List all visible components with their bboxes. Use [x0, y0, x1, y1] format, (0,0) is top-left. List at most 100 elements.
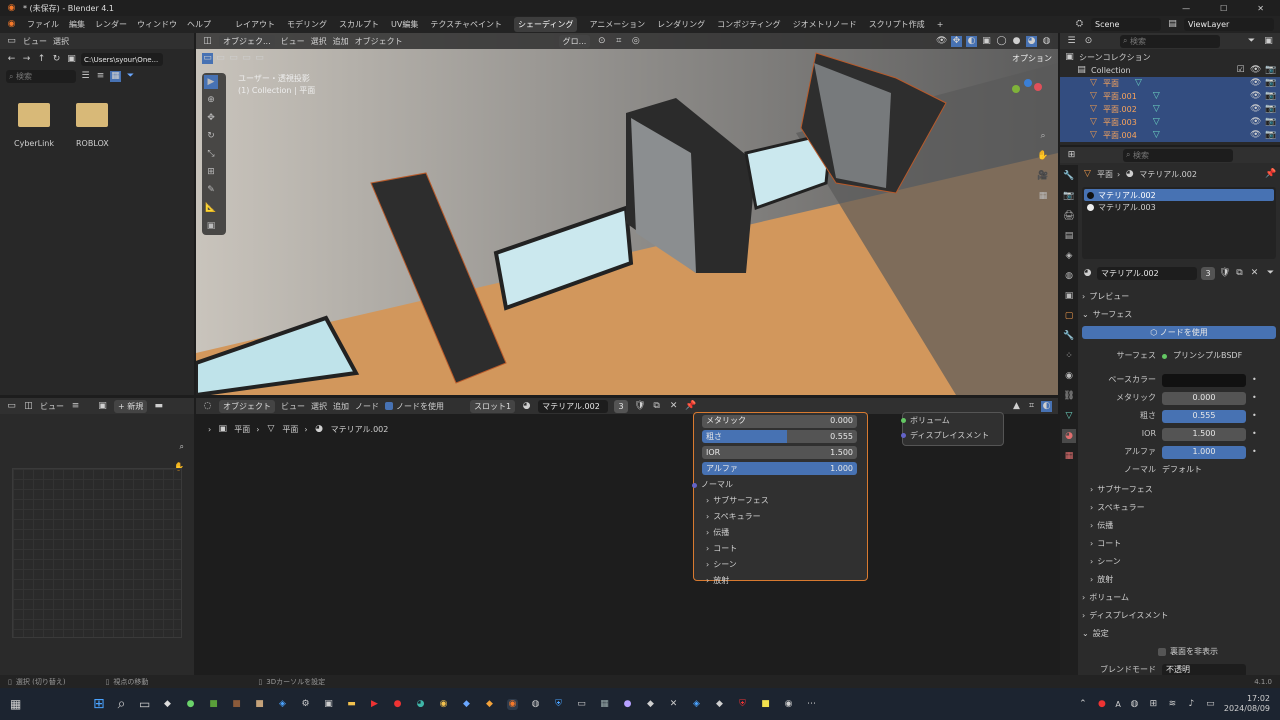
- node-add-menu[interactable]: 追加: [333, 401, 349, 412]
- app-icon[interactable]: ●: [392, 699, 403, 710]
- task-view-icon[interactable]: ▭: [139, 698, 150, 710]
- transform-orientation-dropdown[interactable]: グロ...: [558, 34, 591, 48]
- settings-icon[interactable]: ⚙: [300, 699, 311, 710]
- outliner-object-row[interactable]: ▽ 平面.003 ▽ 👁 📷: [1064, 116, 1276, 129]
- select-invert-icon[interactable]: ▭: [241, 53, 252, 64]
- app-icon[interactable]: ◉: [783, 699, 794, 710]
- material-name-field[interactable]: マテリアル.002: [1097, 267, 1197, 280]
- subpanel-sheen[interactable]: › シーン: [1082, 553, 1276, 571]
- node-view-menu[interactable]: ビュー: [281, 401, 305, 412]
- tab-scripting[interactable]: スクリプト作成: [869, 19, 925, 30]
- editor-type-icon[interactable]: ▭: [6, 401, 17, 412]
- outliner-object-row[interactable]: ▽ 平面.001 ▽ 👁 📷: [1064, 90, 1276, 103]
- view-layer-tab-icon[interactable]: ▤: [1062, 229, 1076, 243]
- select-box-icon[interactable]: ▭: [202, 53, 213, 64]
- node-select-menu[interactable]: 選択: [311, 401, 327, 412]
- app-icon[interactable]: ⛨: [737, 699, 748, 710]
- fake-user-icon[interactable]: 🛡: [1219, 268, 1230, 279]
- menu-file[interactable]: ファイル: [27, 19, 59, 30]
- panel-preview[interactable]: › プレビュー: [1082, 288, 1276, 306]
- node-material-field[interactable]: マテリアル.002: [538, 399, 609, 413]
- gizmo-y-axis-icon[interactable]: [1012, 85, 1020, 93]
- tab-layout[interactable]: レイアウト: [235, 19, 275, 30]
- rendered-shading-icon[interactable]: ◍: [1041, 36, 1052, 47]
- pan-hand-icon[interactable]: ✋: [1036, 149, 1050, 163]
- socket-dot-icon[interactable]: [692, 482, 697, 488]
- more-apps-icon[interactable]: ⋯: [806, 699, 817, 710]
- subpanel-subsurface[interactable]: › サブサーフェス: [1082, 481, 1276, 499]
- scene-selector[interactable]: Scene: [1091, 18, 1161, 31]
- gizmo-icon[interactable]: ✥: [951, 35, 962, 47]
- material-user-count[interactable]: 3: [1201, 267, 1215, 280]
- minimize-button[interactable]: —: [1182, 4, 1190, 13]
- node-subpanel-row[interactable]: › 伝播: [702, 525, 859, 541]
- chevron-up-icon[interactable]: ⌃: [1077, 699, 1088, 710]
- visibility-icon[interactable]: 👁: [936, 36, 947, 47]
- properties-search-input[interactable]: ⌕ 検索: [1123, 148, 1233, 162]
- app-icon[interactable]: ●: [622, 699, 633, 710]
- xray-icon[interactable]: ▣: [981, 36, 992, 47]
- select-intersect-icon[interactable]: ▭: [254, 53, 265, 64]
- app-icon[interactable]: ◆: [714, 699, 725, 710]
- scale-tool-icon[interactable]: ⤡: [204, 147, 218, 161]
- scene-collection-row[interactable]: ▣ シーンコレクション: [1064, 51, 1276, 64]
- refresh-icon[interactable]: ↻: [51, 54, 62, 65]
- output-tab-icon[interactable]: 🖨: [1062, 209, 1076, 223]
- proportional-edit-icon[interactable]: ◎: [630, 36, 641, 47]
- app-icon[interactable]: ◈: [277, 699, 288, 710]
- capcut-icon[interactable]: ✕: [668, 699, 679, 710]
- select-subtract-icon[interactable]: ▭: [228, 53, 239, 64]
- image-browse-icon[interactable]: ▣: [97, 401, 108, 412]
- node-subpanel-row[interactable]: › サブサーフェス: [702, 493, 859, 509]
- image-canvas-grid[interactable]: [12, 468, 182, 638]
- tray-app-icon[interactable]: ⊞: [1148, 699, 1159, 710]
- navigation-gizmo[interactable]: [1006, 79, 1046, 119]
- material-slot-item[interactable]: マテリアル.002: [1084, 189, 1274, 201]
- path-field[interactable]: C:\Users\syour\One...: [81, 53, 163, 66]
- menu-help[interactable]: ヘルプ: [187, 19, 211, 30]
- wifi-icon[interactable]: ≋: [1167, 699, 1178, 710]
- camera-icon[interactable]: 📷: [1265, 91, 1276, 102]
- duplicate-icon[interactable]: ⧉: [651, 401, 662, 412]
- alpha-field[interactable]: 1.000: [1162, 445, 1246, 459]
- battery-icon[interactable]: ▭: [1205, 699, 1216, 710]
- tool-tab-icon[interactable]: 🔧: [1062, 169, 1076, 183]
- app-icon[interactable]: ◆: [645, 699, 656, 710]
- panel-settings[interactable]: ⌄ 設定: [1082, 625, 1276, 643]
- use-nodes-button[interactable]: ⬡ ノードを使用: [1082, 326, 1276, 339]
- tab-modeling[interactable]: モデリング: [287, 19, 327, 30]
- wireframe-shading-icon[interactable]: ◯: [996, 36, 1007, 47]
- display-mode-icon[interactable]: ⊙: [1083, 36, 1094, 47]
- camera-icon[interactable]: 📷: [1265, 117, 1276, 128]
- viewport-add-menu[interactable]: 追加: [333, 36, 349, 47]
- subpanel-emission[interactable]: › 放射: [1082, 571, 1276, 589]
- viewport-select-menu[interactable]: 選択: [311, 36, 327, 47]
- chrome-icon[interactable]: ◉: [438, 699, 449, 710]
- metallic-field[interactable]: 0.000: [1162, 391, 1246, 405]
- viewport-view-menu[interactable]: ビュー: [281, 36, 305, 47]
- store-icon[interactable]: ▣: [323, 699, 334, 710]
- principled-bsdf-node[interactable]: メタリック 0.000 粗さ 0.555 IOR 1.500 アルファ 1.000 ノー…: [692, 412, 868, 585]
- forward-icon[interactable]: →: [21, 54, 32, 65]
- gizmo-x-axis-icon[interactable]: [1034, 83, 1042, 91]
- camera-icon[interactable]: 📷: [1265, 130, 1276, 141]
- checkbox-icon[interactable]: ☑: [1235, 65, 1246, 76]
- overlay-icon[interactable]: ◐: [966, 35, 977, 47]
- solid-shading-icon[interactable]: ●: [1011, 36, 1022, 47]
- tab-shading[interactable]: シェーディング: [514, 17, 578, 32]
- world-tab-icon[interactable]: ◍: [1062, 269, 1076, 283]
- start-icon[interactable]: ⊞: [93, 697, 105, 711]
- file-explorer-icon[interactable]: ▬: [346, 699, 357, 710]
- node-ior-field[interactable]: IOR 1.500: [702, 446, 857, 459]
- outliner-object-row[interactable]: ▽ 平面 ▽ 👁 📷: [1064, 77, 1276, 90]
- fake-user-icon[interactable]: 🛡: [634, 401, 645, 412]
- folder-roblox[interactable]: ROBLOX: [76, 103, 109, 148]
- outliner-object-row[interactable]: ▽ 平面.004 ▽ 👁 📷: [1064, 129, 1276, 142]
- roughness-field[interactable]: 0.555: [1162, 409, 1246, 423]
- texture-tab-icon[interactable]: ▦: [1062, 449, 1076, 463]
- cursor-tool-icon[interactable]: ⊕: [204, 93, 218, 107]
- filter-icon[interactable]: ⏷: [1246, 36, 1257, 47]
- node-user-count[interactable]: 3: [614, 399, 629, 413]
- edge-icon[interactable]: ◕: [415, 699, 426, 710]
- image-view-menu[interactable]: ビュー: [40, 401, 64, 412]
